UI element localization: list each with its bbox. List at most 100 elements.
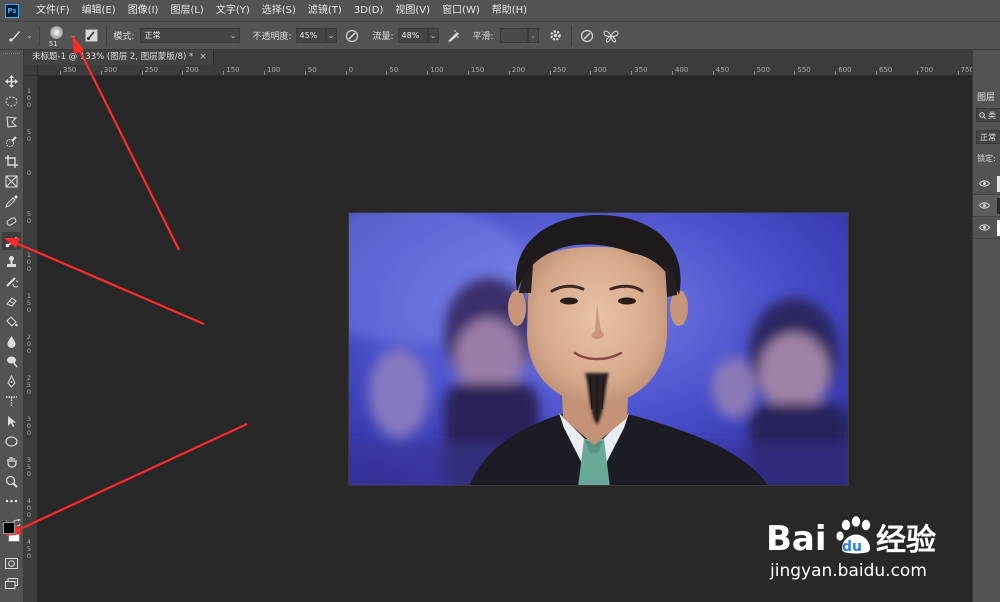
ruler-tick bbox=[835, 71, 837, 75]
ruler-tick-label: 5 0 bbox=[26, 128, 32, 143]
default-colors-icon[interactable] bbox=[1, 512, 10, 528]
layers-panel-title[interactable]: 图层 bbox=[977, 90, 995, 103]
menu-type[interactable]: 文字(Y) bbox=[210, 0, 256, 21]
crop-tool-icon[interactable] bbox=[2, 152, 21, 170]
symmetry-butterfly-icon[interactable] bbox=[602, 27, 620, 45]
ruler-tick-label: 500 bbox=[756, 66, 770, 74]
smoothing-dropdown-button[interactable]: ⌄ bbox=[527, 28, 539, 43]
visibility-eye-icon[interactable] bbox=[979, 180, 990, 187]
frame-tool-icon[interactable] bbox=[2, 172, 21, 190]
smoothing-options-gear-icon[interactable] bbox=[547, 27, 565, 45]
paint-bucket-tool-icon[interactable] bbox=[2, 312, 21, 330]
quick-selection-tool-icon[interactable] bbox=[2, 132, 21, 150]
document-tab-bar: 未标题-1 @ 133% (图层 2, 图层蒙版/8) * × bbox=[24, 50, 972, 65]
ruler-tick bbox=[590, 71, 592, 75]
brush-settings-panel-icon[interactable] bbox=[82, 27, 100, 45]
quick-mask-icon[interactable] bbox=[2, 554, 21, 572]
ruler-tick bbox=[304, 71, 306, 75]
vertical-ruler[interactable]: 1 0 0 5 0 0 5 0 1 0 0 1 5 0 2 0 0 2 5 0 3 0 0 3 5… bbox=[24, 76, 38, 602]
brush-tool-preset-icon[interactable] bbox=[6, 27, 24, 45]
layer-row[interactable] bbox=[973, 195, 1000, 217]
flow-dropdown-button[interactable]: ⌄ bbox=[427, 28, 439, 43]
ruler-tick-label: 1 0 0 bbox=[26, 251, 32, 273]
ruler-tick bbox=[876, 71, 877, 75]
menu-view[interactable]: 视图(V) bbox=[389, 0, 436, 21]
hand-tool-icon[interactable] bbox=[2, 452, 21, 470]
healing-brush-tool-icon[interactable] bbox=[2, 212, 21, 230]
ruler-tick bbox=[712, 71, 714, 75]
document-photo[interactable] bbox=[348, 212, 849, 486]
brush-preset-picker[interactable]: 51 bbox=[46, 23, 68, 49]
pressure-opacity-icon[interactable] bbox=[343, 27, 361, 45]
airbrush-icon[interactable] bbox=[445, 27, 463, 45]
ruler-tick-label: 600 bbox=[838, 66, 852, 74]
menu-file[interactable]: 文件(F) bbox=[30, 0, 76, 21]
visibility-eye-icon[interactable] bbox=[979, 202, 990, 209]
type-tool-icon[interactable] bbox=[2, 392, 21, 410]
menu-window[interactable]: 窗口(W) bbox=[436, 0, 486, 21]
layer-filter-search[interactable]: 类 bbox=[976, 108, 1000, 122]
visibility-eye-icon[interactable] bbox=[979, 224, 990, 231]
menu-layer[interactable]: 图层(L) bbox=[164, 0, 209, 21]
ruler-tick bbox=[386, 71, 388, 75]
layer-row[interactable] bbox=[973, 217, 1000, 239]
opacity-value: 45% bbox=[299, 31, 318, 40]
ruler-tick bbox=[549, 71, 551, 75]
menu-select[interactable]: 选择(S) bbox=[256, 0, 302, 21]
ruler-tick bbox=[182, 71, 184, 75]
ruler-tick-label: 100 bbox=[267, 66, 281, 74]
eraser-tool-icon[interactable] bbox=[2, 292, 21, 310]
layer-blend-mode-select[interactable]: 正常 bbox=[976, 130, 1000, 144]
ruler-tick-label: 150 bbox=[471, 66, 485, 74]
menu-help[interactable]: 帮助(H) bbox=[486, 0, 533, 21]
foreground-color-swatch[interactable] bbox=[3, 522, 15, 534]
menu-3d[interactable]: 3D(D) bbox=[348, 0, 390, 21]
document-tab[interactable]: 未标题-1 @ 133% (图层 2, 图层蒙版/8) * × bbox=[24, 50, 214, 65]
ruler-tick bbox=[223, 71, 225, 75]
clone-stamp-tool-icon[interactable] bbox=[2, 252, 21, 270]
path-selection-tool-icon[interactable] bbox=[2, 412, 21, 430]
eyedropper-tool-icon[interactable] bbox=[2, 192, 21, 210]
pen-tool-icon[interactable] bbox=[2, 372, 21, 390]
swap-colors-icon[interactable] bbox=[13, 512, 22, 527]
ruler-tick-label: 250 bbox=[144, 66, 158, 74]
brush-picker-chevron-icon[interactable]: ⌄ bbox=[70, 31, 77, 40]
smoothing-input[interactable] bbox=[499, 28, 528, 43]
move-tool-icon[interactable] bbox=[2, 72, 21, 90]
menu-image[interactable]: 图像(I) bbox=[122, 0, 165, 21]
marquee-tool-icon[interactable] bbox=[2, 92, 21, 110]
flow-input[interactable]: 48% bbox=[397, 28, 428, 43]
menu-edit[interactable]: 编辑(E) bbox=[76, 0, 122, 21]
toolbar-grip[interactable] bbox=[3, 53, 20, 57]
ruler-origin[interactable] bbox=[24, 65, 38, 76]
ruler-tick bbox=[508, 71, 510, 75]
ruler-tick-label: 200 bbox=[511, 66, 526, 74]
mode-select[interactable]: 正常 ⌄ bbox=[140, 28, 241, 43]
history-brush-tool-icon[interactable] bbox=[2, 272, 21, 290]
brush-tool-icon[interactable] bbox=[2, 232, 21, 250]
menu-filter[interactable]: 滤镜(T) bbox=[302, 0, 348, 21]
tool-preset-chevron-icon[interactable]: ⌄ bbox=[26, 31, 33, 40]
ruler-tick-label: 4 0 0 bbox=[26, 497, 32, 519]
ellipse-tool-icon[interactable] bbox=[2, 432, 21, 450]
more-tools-icon[interactable] bbox=[2, 492, 21, 510]
opacity-input[interactable]: 45% bbox=[295, 28, 326, 43]
horizontal-ruler[interactable]: 350 300 250 200 150 100 50 0 50 100 150 200 250 300 35… bbox=[38, 65, 974, 76]
ruler-tick bbox=[672, 71, 673, 75]
ruler-tick bbox=[957, 71, 959, 75]
menu-bar: Ps 文件(F) 编辑(E) 图像(I) 图层(L) 文字(Y) 选择(S) 滤… bbox=[0, 0, 1000, 21]
dodge-tool-icon[interactable] bbox=[2, 352, 21, 370]
pressure-size-icon[interactable] bbox=[578, 27, 596, 45]
ruler-tick bbox=[916, 71, 918, 75]
ruler-tick bbox=[468, 71, 469, 75]
close-tab-icon[interactable]: × bbox=[199, 50, 207, 65]
ruler-tick-label: 3 0 0 bbox=[26, 415, 32, 437]
blur-tool-icon[interactable] bbox=[2, 332, 21, 350]
zoom-tool-icon[interactable] bbox=[2, 472, 21, 490]
lasso-tool-icon[interactable] bbox=[2, 112, 21, 130]
screen-mode-icon[interactable] bbox=[2, 574, 21, 592]
watermark-brand-cn: 经验 bbox=[876, 523, 936, 558]
layer-row[interactable] bbox=[973, 173, 1000, 195]
ruler-tick bbox=[427, 71, 429, 75]
opacity-dropdown-button[interactable]: ⌄ bbox=[325, 28, 337, 43]
